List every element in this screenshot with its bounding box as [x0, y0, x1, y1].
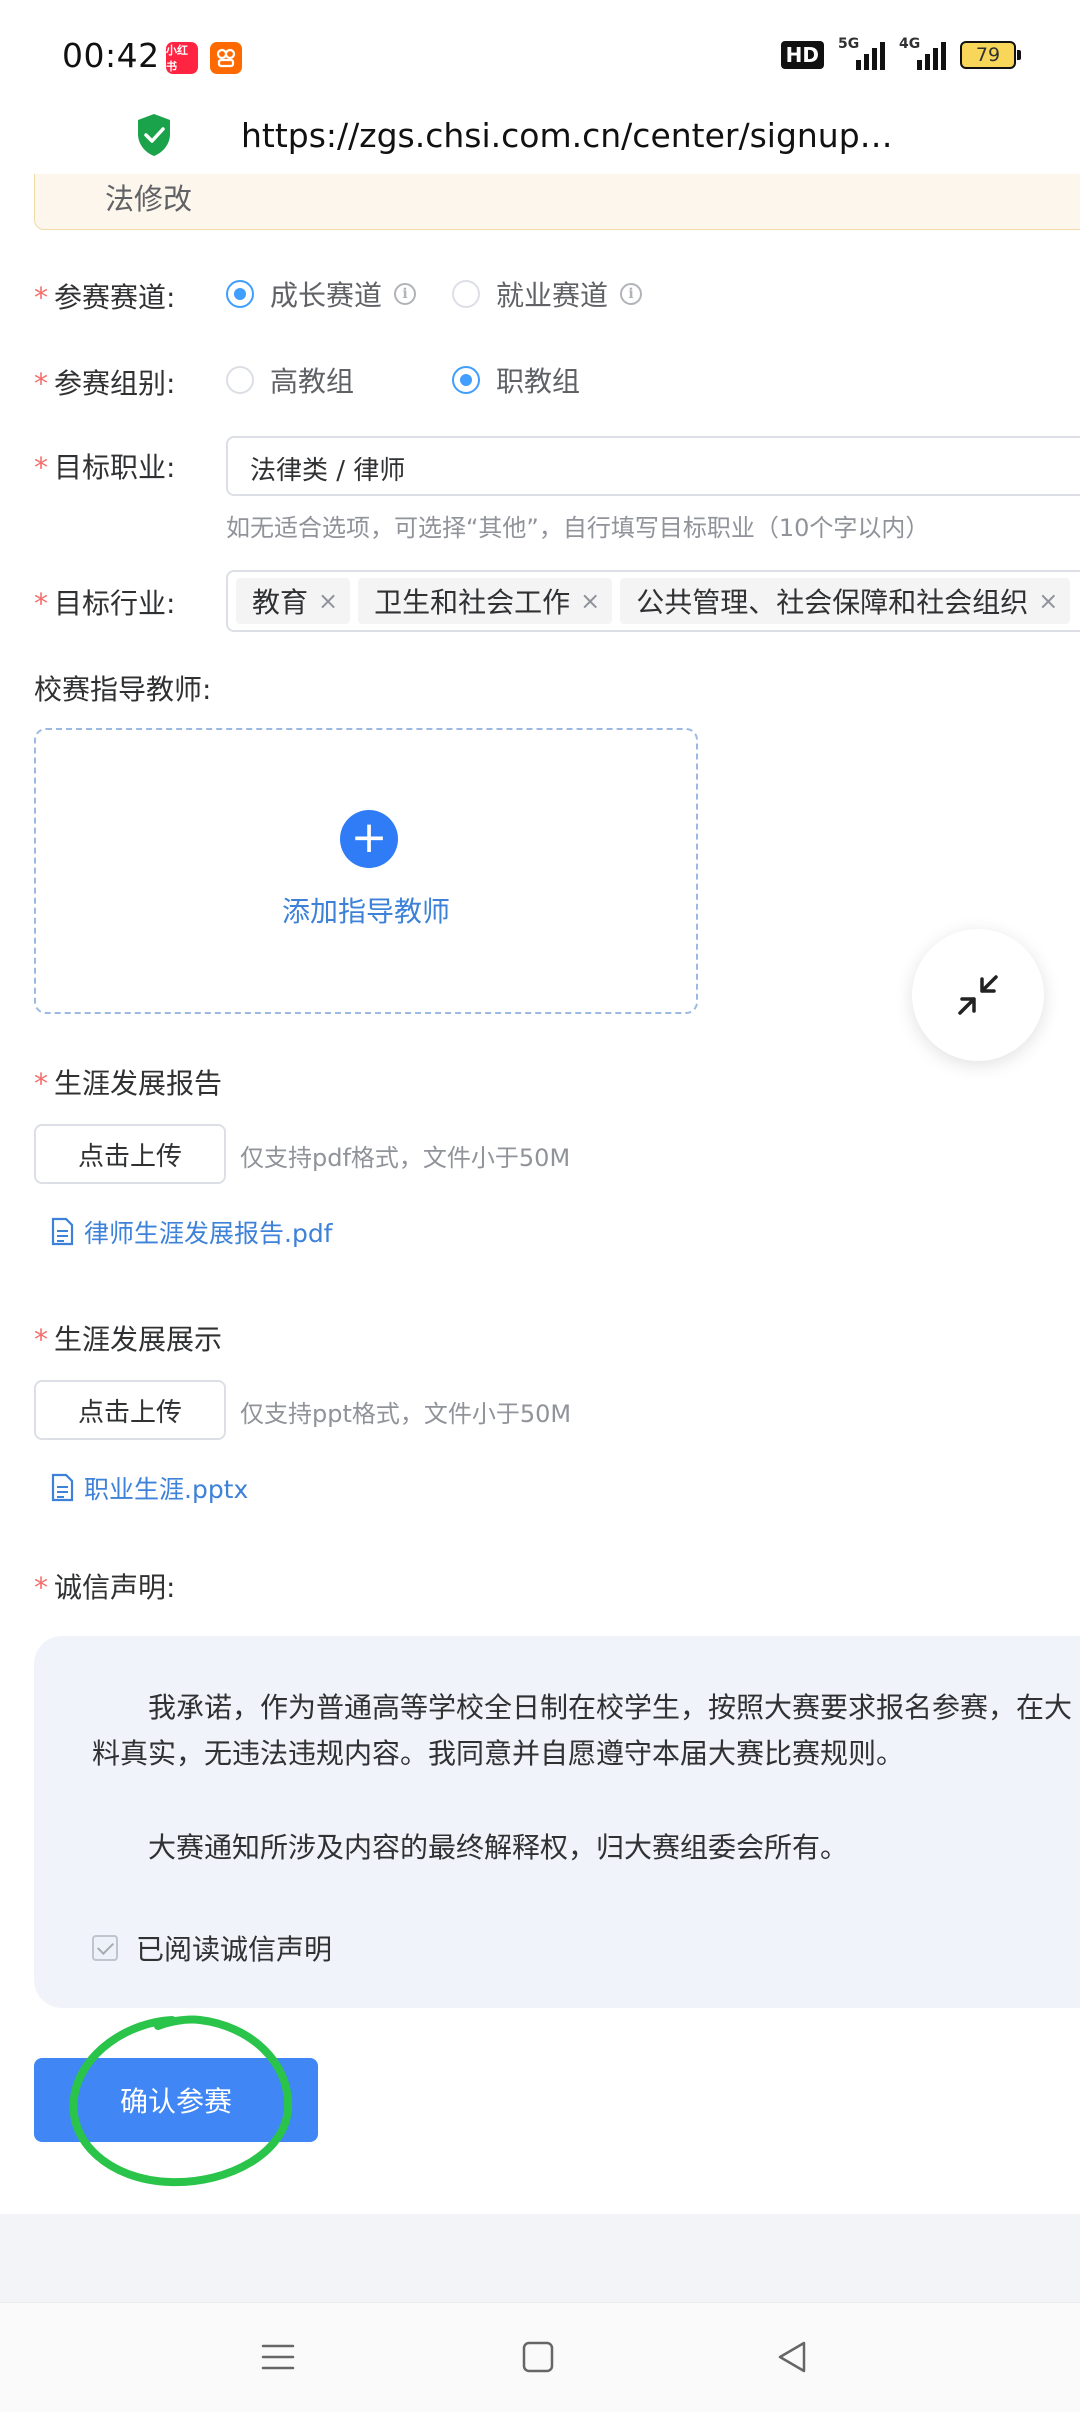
collapse-icon — [958, 975, 998, 1015]
signal-4g-icon: 4G — [899, 36, 946, 70]
report-file-name[interactable]: 律师生涯发展报告.pdf — [84, 1214, 333, 1250]
industry-tag: 公共管理、社会保障和社会组织 × — [620, 578, 1071, 624]
taobao-app-icon — [210, 42, 242, 74]
industry-label: * 目标行业: — [34, 582, 175, 622]
hd-badge: HD — [780, 41, 824, 69]
plus-icon: + — [340, 810, 398, 868]
track-radio-employment-label: 就业赛道 — [496, 279, 609, 312]
showcase-label-text: 生涯发展展示 — [54, 1323, 223, 1356]
declaration-checkbox[interactable]: 已阅读诚信声明 — [92, 1928, 332, 1968]
declaration-text-line1: 我承诺，作为普通高等学校全日制在校学生，按照大赛要求报名参赛，在大 — [148, 1691, 1073, 1724]
declaration-label: * 诚信声明: — [34, 1566, 175, 1606]
advisor-label: 校赛指导教师: — [34, 673, 212, 706]
report-upload-tip: 仅支持pdf格式，文件小于50M — [240, 1144, 571, 1172]
menu-icon[interactable] — [260, 2339, 296, 2375]
status-bar: 00:42 小红书 HD 5G 4G 79 — [0, 0, 1080, 110]
checkbox-checked-icon[interactable] — [92, 1935, 118, 1961]
report-label: * 生涯发展报告 — [34, 1062, 222, 1102]
career-label: * 目标职业: — [34, 446, 175, 486]
showcase-label: * 生涯发展展示 — [34, 1318, 222, 1358]
report-file-link[interactable]: 律师生涯发展报告.pdf — [48, 1214, 333, 1250]
career-hint: 如无适合选项，可选择“其他”，自行填写目标职业（10个字以内） — [226, 514, 930, 542]
radio-circle — [452, 366, 480, 394]
collapse-button[interactable] — [912, 929, 1044, 1061]
track-label: * 参赛赛道: — [34, 276, 175, 316]
group-radio-vocational-label: 职教组 — [496, 365, 581, 398]
signal-4g-label: 4G — [899, 36, 921, 52]
battery-level: 79 — [975, 44, 1001, 66]
industry-select[interactable]: 教育 × 卫生和社会工作 × 公共管理、社会保障和社会组织 × — [226, 570, 1080, 632]
required-mark: * — [34, 281, 48, 314]
notice-banner: 法修改 — [34, 174, 1080, 230]
signal-5g-icon: 5G — [838, 36, 885, 70]
career-input[interactable]: 法律类 / 律师 — [226, 436, 1080, 496]
group-label: * 参赛组别: — [34, 362, 175, 402]
career-label-text: 目标职业: — [54, 451, 176, 484]
required-mark: * — [34, 1323, 48, 1356]
shield-check-icon — [138, 114, 170, 156]
track-radio-growth[interactable]: 成长赛道 i — [226, 274, 417, 314]
group-label-text: 参赛组别: — [54, 367, 176, 400]
radio-circle — [226, 280, 254, 308]
system-nav-bar — [0, 2302, 1080, 2412]
industry-label-text: 目标行业: — [54, 587, 176, 620]
track-label-text: 参赛赛道: — [54, 281, 176, 314]
add-advisor-label: 添加指导教师 — [281, 895, 450, 928]
signup-form-page: 法修改 * 参赛赛道: 成长赛道 i 就业赛道 i * 参赛组别: 高教组 职教组 … — [0, 174, 1080, 2324]
declaration-box: 我承诺，作为普通高等学校全日制在校学生，按照大赛要求报名参赛，在大 料真实，无违… — [34, 1636, 1080, 2008]
add-advisor-button[interactable]: + 添加指导教师 — [34, 728, 698, 1014]
xiaohongshu-app-icon: 小红书 — [166, 42, 198, 74]
declaration-text-para2: 大赛通知所涉及内容的最终解释权，归大赛组委会所有。 — [148, 1831, 849, 1864]
url-text[interactable]: https://zgs.chsi.com.cn/center/signup… — [241, 116, 893, 155]
track-radio-employment[interactable]: 就业赛道 i — [452, 274, 643, 314]
showcase-upload-tip: 仅支持ppt格式，文件小于50M — [240, 1400, 572, 1428]
group-radio-higher-ed-label: 高教组 — [270, 365, 355, 398]
showcase-file-link[interactable]: 职业生涯.pptx — [48, 1470, 248, 1506]
status-time: 00:42 — [62, 36, 160, 75]
info-icon[interactable]: i — [620, 283, 643, 305]
group-radio-higher-ed[interactable]: 高教组 — [226, 360, 354, 400]
required-mark: * — [34, 451, 48, 484]
track-radio-growth-label: 成长赛道 — [270, 279, 383, 312]
showcase-upload-button[interactable]: 点击上传 — [34, 1380, 226, 1440]
radio-circle — [226, 366, 254, 394]
group-radio-vocational[interactable]: 职教组 — [452, 360, 580, 400]
battery-icon: 79 — [960, 41, 1021, 69]
close-icon[interactable]: × — [318, 587, 338, 615]
declaration-text-line2: 料真实，无违法违规内容。我同意并自愿遵守本届大赛比赛规则。 — [92, 1737, 905, 1770]
declaration-checkbox-label: 已阅读诚信声明 — [136, 1933, 333, 1966]
required-mark: * — [34, 1067, 48, 1100]
required-mark: * — [34, 587, 48, 620]
document-icon — [51, 1473, 74, 1502]
document-icon — [51, 1217, 74, 1246]
required-mark: * — [34, 1571, 48, 1604]
back-icon[interactable] — [774, 2339, 810, 2375]
radio-circle — [452, 280, 480, 308]
industry-tag-label: 卫生和社会工作 — [374, 586, 571, 619]
required-mark: * — [34, 367, 48, 400]
home-icon[interactable] — [520, 2339, 556, 2375]
close-icon[interactable]: × — [1038, 587, 1058, 615]
url-bar[interactable]: https://zgs.chsi.com.cn/center/signup… — [0, 110, 1080, 174]
report-label-text: 生涯发展报告 — [54, 1067, 223, 1100]
notice-text: 法修改 — [105, 182, 193, 216]
industry-tag: 教育 × — [236, 578, 351, 624]
info-icon[interactable]: i — [394, 283, 417, 305]
signal-5g-label: 5G — [838, 36, 860, 52]
showcase-file-name[interactable]: 职业生涯.pptx — [84, 1470, 248, 1506]
status-indicators: HD 5G 4G 79 — [780, 36, 1021, 70]
industry-tag-label: 公共管理、社会保障和社会组织 — [636, 586, 1029, 619]
hand-drawn-circle-annotation — [69, 2015, 293, 2187]
close-icon[interactable]: × — [580, 587, 600, 615]
industry-tag-label: 教育 — [252, 586, 309, 619]
industry-tag: 卫生和社会工作 × — [358, 578, 613, 624]
report-upload-button[interactable]: 点击上传 — [34, 1124, 226, 1184]
declaration-label-text: 诚信声明: — [54, 1571, 176, 1604]
